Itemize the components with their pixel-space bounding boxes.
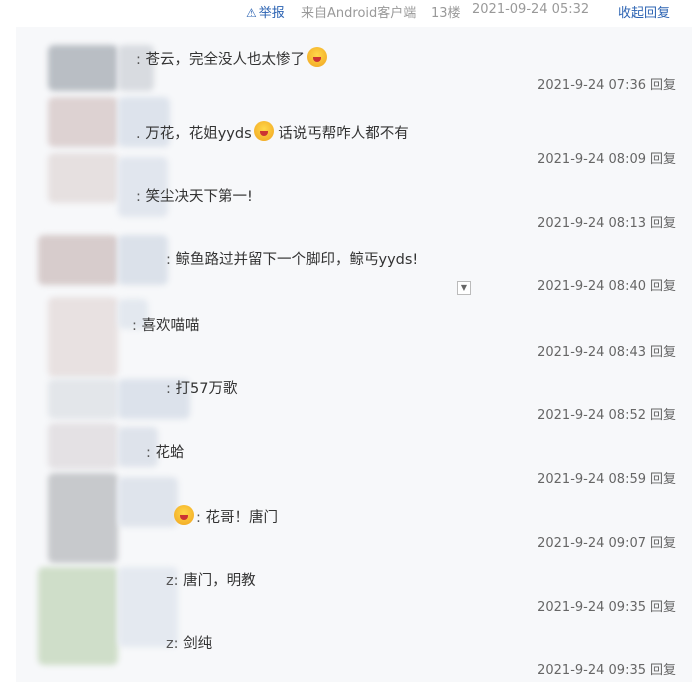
reply-button[interactable]: 回复 [650, 152, 676, 167]
reply-meta: 2021-9-24 08:59 回复 [537, 468, 676, 487]
reply-item: : 鲸鱼路过并留下一个脚印，鲸丐yyds! 2021-9-24 08:40 回复 [16, 248, 692, 312]
reply-item: : 花哥！唐门 2021-9-24 09:07 回复 [16, 505, 692, 569]
reply-text: : 笑尘决天下第一! [136, 189, 253, 205]
report-label: 举报 [258, 6, 285, 21]
reply-item: : 喜欢喵喵 2021-9-24 08:43 回复 [16, 314, 692, 378]
reply-meta: 2021-9-24 08:43 回复 [537, 341, 676, 360]
reply-text: : 喜欢喵喵 [132, 318, 200, 334]
post-timestamp: 2021-09-24 05:32 [472, 2, 590, 17]
reply-button[interactable]: 回复 [650, 216, 676, 231]
reply-text: : 花哥！唐门 [172, 505, 278, 527]
reply-time: 2021-9-24 09:35 [537, 600, 646, 615]
reply-button[interactable]: 回复 [650, 600, 676, 615]
reply-button[interactable]: 回复 [650, 279, 676, 294]
reply-time: 2021-9-24 08:52 [537, 408, 646, 423]
reply-meta: 2021-9-24 09:35 回复 [537, 596, 676, 615]
reply-button[interactable]: 回复 [650, 345, 676, 360]
reply-list-panel: : 苍云，完全没人也太惨了 2021-9-24 07:36 回复 . 苍云，完全没… [16, 27, 692, 682]
reply-time: 2021-9-24 08:59 [537, 472, 646, 487]
reply-meta: 2021-9-24 07:36 回复 [537, 74, 676, 93]
chevron-down-icon[interactable]: ▼ [457, 281, 471, 295]
reply-meta: 2021-9-24 08:52 回复 [537, 404, 676, 423]
reply-text: : 花蛤 [146, 445, 185, 461]
reply-time: 2021-9-24 08:43 [537, 345, 646, 360]
report-link[interactable]: ⚠ 举报 [246, 2, 285, 21]
reply-time: 2021-9-24 07:36 [537, 78, 646, 93]
reply-text: z: 剑纯 [166, 636, 213, 652]
reply-time: 2021-9-24 09:07 [537, 536, 646, 551]
reply-button[interactable]: 回复 [650, 663, 676, 678]
reply-time: 2021-9-24 09:35 [537, 663, 646, 678]
reply-text: : 苍云，完全没人也太惨了 [136, 47, 327, 69]
post-footer-bar: ⚠ 举报 来自Android客户端 13楼 2021-09-24 05:32 收起… [0, 0, 692, 24]
reply-meta: 2021-9-24 09:07 回复 [537, 532, 676, 551]
reply-text: : 打57万歌 [166, 381, 238, 397]
reply-meta: 2021-9-24 09:35 回复 [537, 659, 676, 678]
reply-text: z: 唐门，明教 [166, 573, 256, 589]
reply-text: . 苍云，完全没人也太惨了万花，花姐yyds 话说丐帮咋人都不有 [136, 121, 409, 143]
floor-number: 13楼 [431, 6, 461, 21]
reply-meta: 2021-9-24 08:09 回复 [537, 148, 676, 167]
client-source: 来自Android客户端 [301, 6, 417, 21]
reply-time: 2021-9-24 08:09 [537, 152, 646, 167]
reply-text: : 鲸鱼路过并留下一个脚印，鲸丐yyds! [166, 252, 419, 268]
reply-button[interactable]: 回复 [650, 536, 676, 551]
reply-item: z: 唐门，明教 2021-9-24 09:35 回复 [16, 569, 692, 633]
reply-item: : 花蛤 2021-9-24 08:59 回复 [16, 441, 692, 505]
reply-item: : 笑尘决天下第一! 2021-9-24 08:13 回复 [16, 185, 692, 249]
emoji-icon [307, 47, 327, 67]
reply-item: : 打57万歌 2021-9-24 08:52 回复 [16, 377, 692, 441]
reply-time: 2021-9-24 08:13 [537, 216, 646, 231]
warning-icon: ⚠ [246, 6, 257, 20]
reply-button[interactable]: 回复 [650, 78, 676, 93]
reply-item: : 苍云，完全没人也太惨了 2021-9-24 07:36 回复 [16, 47, 692, 111]
emoji-icon [174, 505, 194, 525]
reply-button[interactable]: 回复 [650, 408, 676, 423]
emoji-icon [253, 121, 274, 141]
reply-item: z: 剑纯 2021-9-24 09:35 回复 [16, 632, 692, 696]
reply-time: 2021-9-24 08:40 [537, 279, 646, 294]
collapse-replies-link[interactable]: 收起回复 [618, 2, 670, 21]
reply-meta: 2021-9-24 08:40 回复 [537, 275, 676, 294]
reply-button[interactable]: 回复 [650, 472, 676, 487]
reply-item: . 苍云，完全没人也太惨了万花，花姐yyds 话说丐帮咋人都不有 2021-9-… [16, 121, 692, 185]
reply-meta: 2021-9-24 08:13 回复 [537, 212, 676, 231]
